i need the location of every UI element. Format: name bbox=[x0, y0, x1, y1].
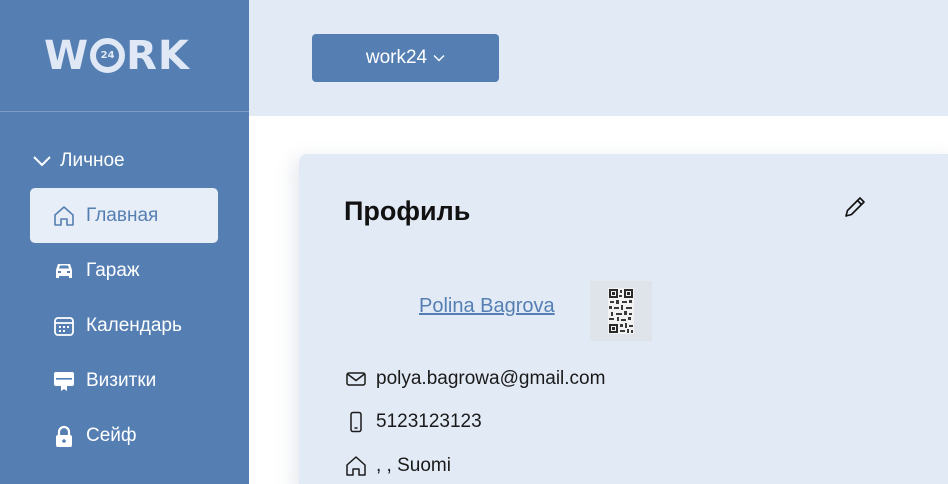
logo-text-left: W bbox=[44, 32, 90, 79]
sidebar-item-safe[interactable]: Сейф bbox=[30, 408, 218, 463]
logo-badge: 24 bbox=[90, 38, 126, 73]
sidebar-item-label: Визитки bbox=[86, 369, 157, 391]
sidebar-item-label: Сейф bbox=[86, 424, 137, 446]
profile-name-link[interactable]: Polina Bagrova bbox=[419, 295, 555, 318]
sidebar-item-calendar[interactable]: Календарь bbox=[30, 298, 218, 353]
sidebar-item-label: Главная bbox=[86, 204, 159, 226]
top-bar: work24 bbox=[249, 0, 948, 116]
car-icon bbox=[52, 259, 76, 283]
sidebar-item-garage[interactable]: Гараж bbox=[30, 243, 218, 298]
phone-icon bbox=[344, 410, 368, 434]
org-selector-button[interactable]: work24 bbox=[312, 34, 499, 82]
qr-code[interactable] bbox=[590, 281, 652, 341]
profile-address: , , Suomi bbox=[376, 455, 451, 476]
sidebar-item-home[interactable]: Главная bbox=[30, 188, 218, 243]
profile-address-row: , , Suomi bbox=[344, 454, 451, 478]
profile-email: polya.bagrowa@gmail.com bbox=[376, 368, 606, 389]
sidebar-section-label: Личное bbox=[60, 150, 125, 171]
qr-code-icon bbox=[608, 288, 634, 334]
home-icon bbox=[344, 454, 368, 478]
work24-logo[interactable]: W 24 RK bbox=[44, 33, 190, 79]
logo-area: W 24 RK bbox=[0, 0, 249, 112]
chevron-down-icon bbox=[33, 156, 51, 167]
profile-phone-row: 5123123123 bbox=[344, 410, 482, 434]
mail-icon bbox=[344, 367, 368, 391]
pencil-icon bbox=[845, 197, 865, 217]
lock-icon bbox=[52, 424, 76, 448]
sidebar-section-toggle[interactable]: Личное bbox=[32, 150, 125, 172]
edit-profile-button[interactable] bbox=[842, 194, 868, 220]
sidebar-item-label: Календарь bbox=[86, 314, 182, 336]
business-card-icon bbox=[52, 369, 76, 393]
profile-card: Профиль Polina Bagrova polya.bagrowa@gma… bbox=[299, 154, 948, 484]
sidebar-item-label: Гараж bbox=[86, 259, 140, 281]
sidebar: W 24 RK Личное Главная Гараж Календарь В… bbox=[0, 0, 249, 484]
page-title: Профиль bbox=[344, 196, 471, 226]
home-icon bbox=[52, 204, 76, 228]
calendar-icon bbox=[52, 314, 76, 338]
sidebar-nav: Главная Гараж Календарь Визитки Сейф bbox=[30, 188, 218, 463]
sidebar-item-business-cards[interactable]: Визитки bbox=[30, 353, 218, 408]
logo-text-right: RK bbox=[126, 32, 190, 79]
chevron-down-icon bbox=[433, 55, 445, 62]
logo-badge-text: 24 bbox=[100, 50, 115, 61]
profile-phone: 5123123123 bbox=[376, 411, 482, 432]
org-selector-label: work24 bbox=[365, 47, 428, 68]
profile-email-row: polya.bagrowa@gmail.com bbox=[344, 367, 605, 391]
